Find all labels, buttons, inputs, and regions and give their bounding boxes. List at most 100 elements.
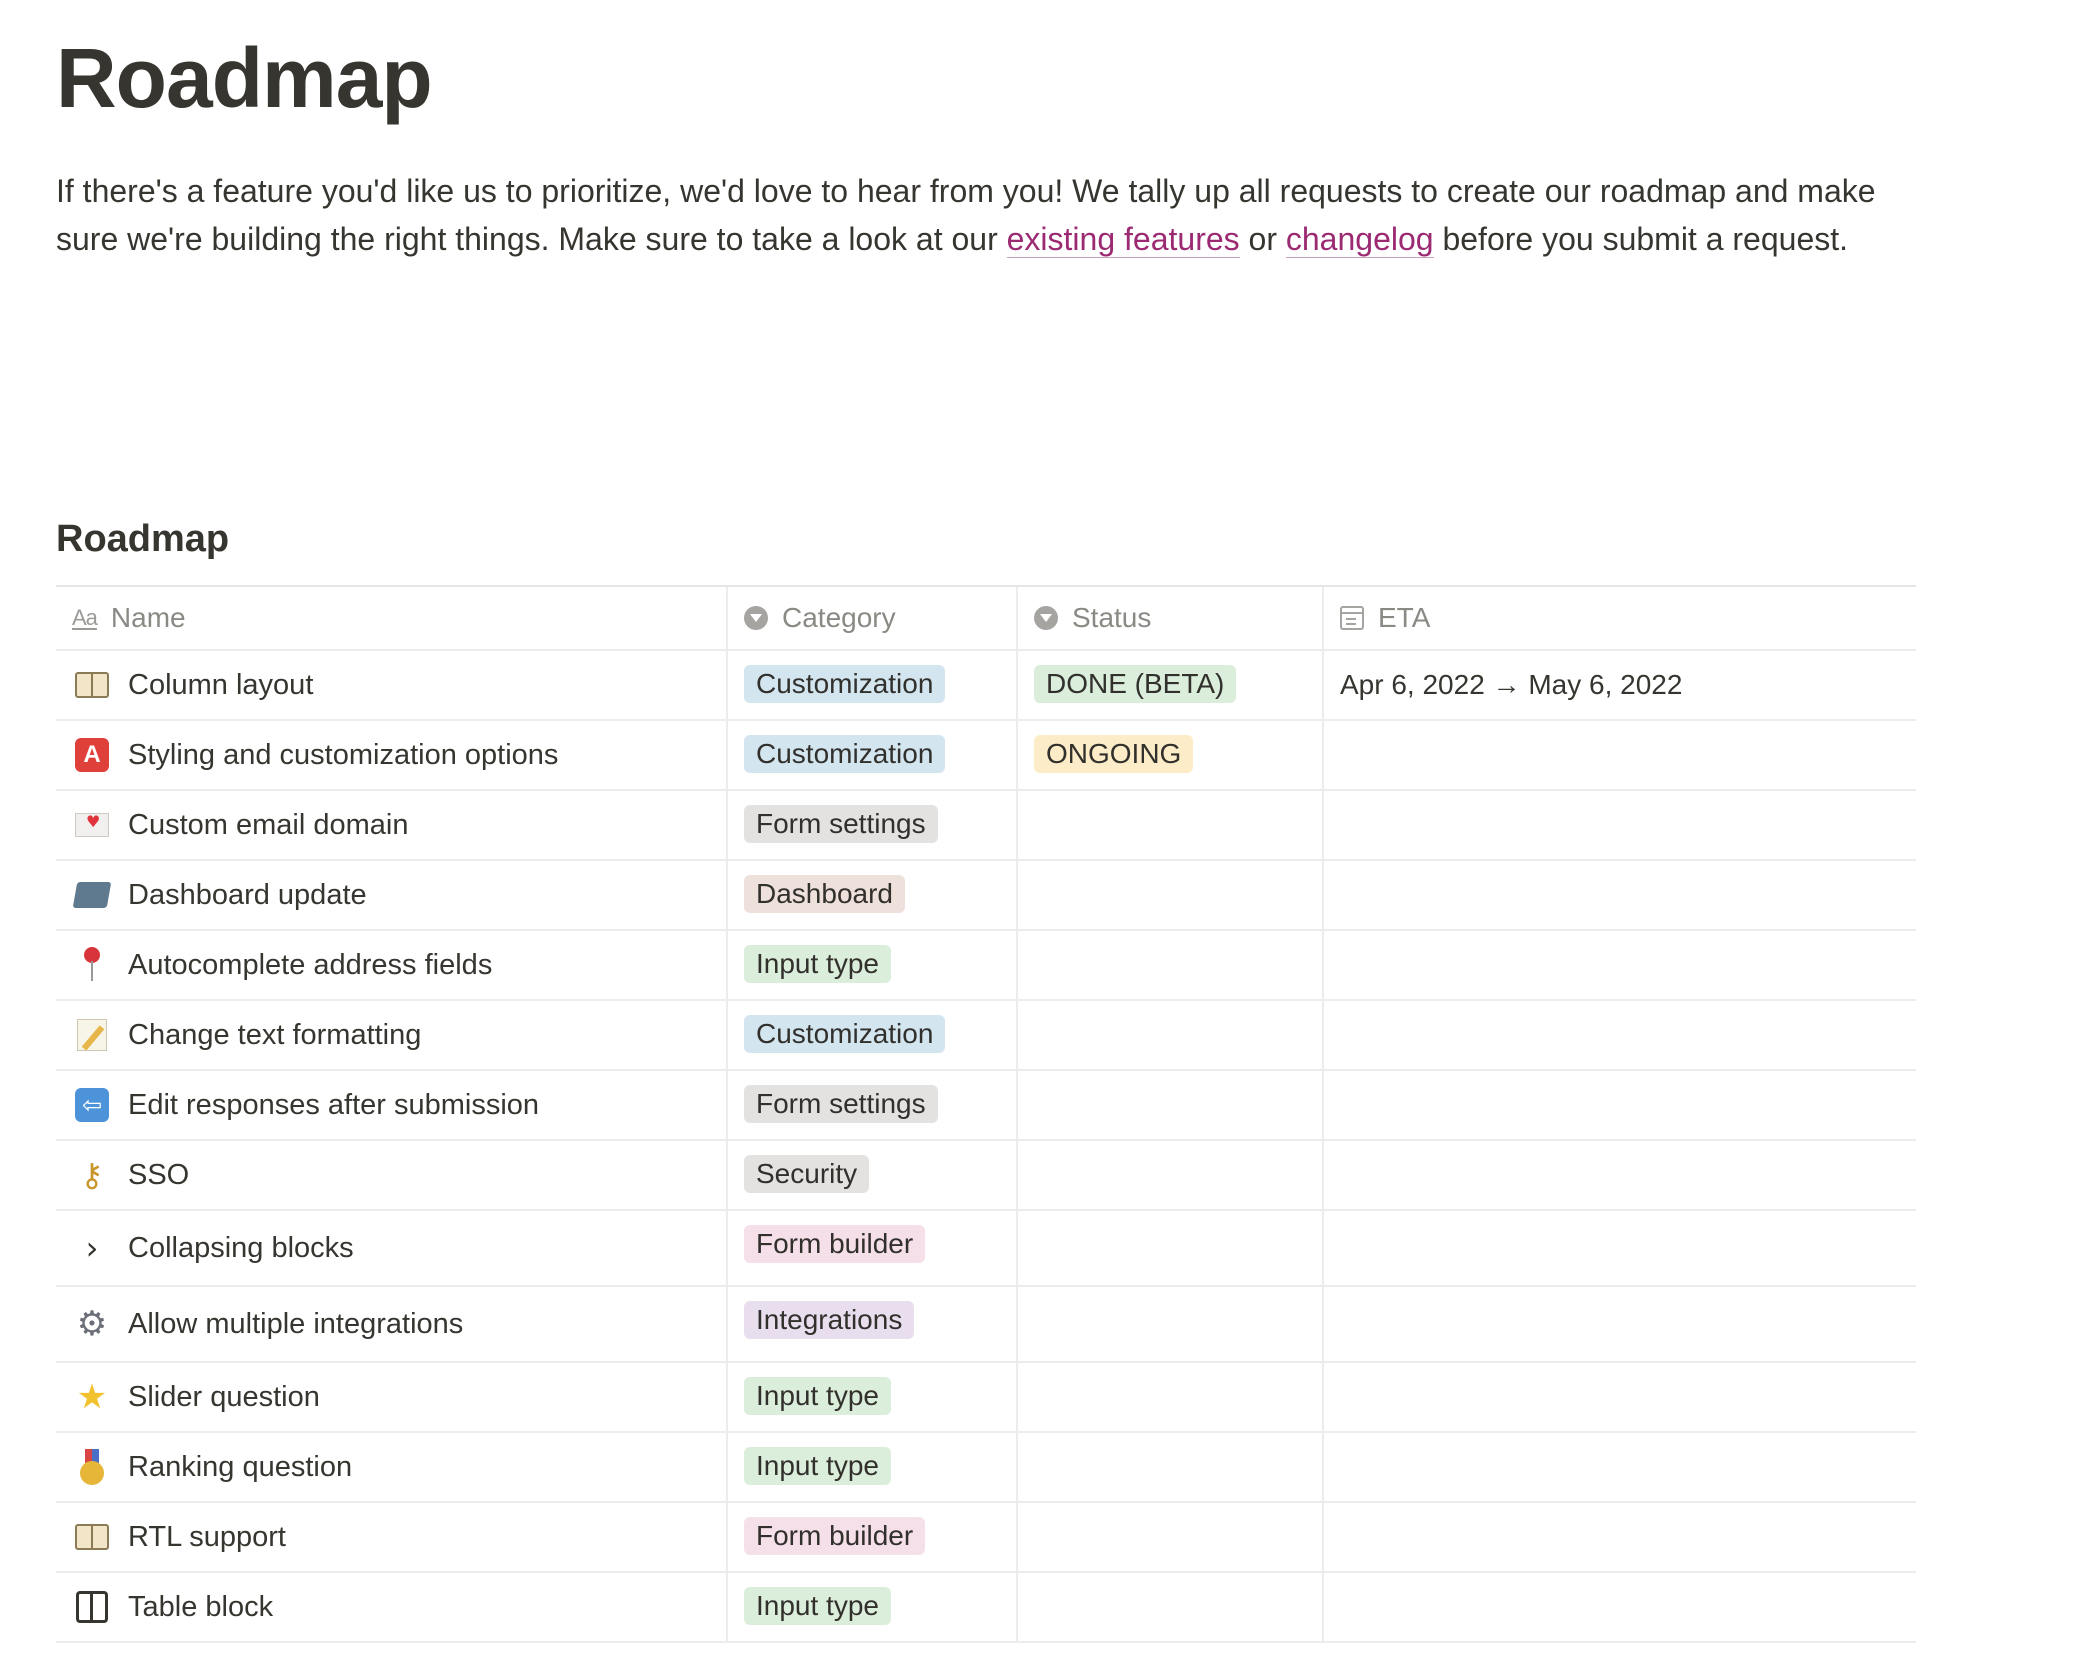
- category-tag[interactable]: Form settings: [744, 805, 938, 843]
- column-header-status[interactable]: Status: [1018, 587, 1324, 649]
- existing-features-link[interactable]: existing features: [1006, 220, 1240, 258]
- cell-eta[interactable]: [1324, 791, 1916, 859]
- chevron-right-icon: ›: [85, 1229, 99, 1267]
- cell-eta[interactable]: [1324, 1363, 1916, 1431]
- cell-category[interactable]: Customization: [728, 1001, 1018, 1069]
- cell-eta[interactable]: [1324, 1503, 1916, 1571]
- cell-category[interactable]: Form settings: [728, 1071, 1018, 1139]
- cell-status[interactable]: [1018, 1071, 1324, 1139]
- cell-category[interactable]: Security: [728, 1141, 1018, 1209]
- table-row[interactable]: RTL support Form builder: [56, 1503, 1916, 1573]
- cell-name[interactable]: Dashboard update: [56, 861, 728, 929]
- category-tag[interactable]: Form builder: [744, 1517, 926, 1555]
- row-title: Collapsing blocks: [128, 1231, 354, 1264]
- cell-category[interactable]: Input type: [728, 1433, 1018, 1501]
- cell-category[interactable]: Form settings: [728, 791, 1018, 859]
- cell-name[interactable]: A Styling and customization options: [56, 721, 728, 789]
- status-tag[interactable]: DONE (BETA): [1034, 665, 1237, 703]
- cell-status[interactable]: DONE (BETA): [1018, 651, 1324, 719]
- table-row[interactable]: Custom email domain Form settings: [56, 791, 1916, 861]
- cell-category[interactable]: Input type: [728, 931, 1018, 999]
- category-tag[interactable]: Integrations: [744, 1301, 915, 1339]
- cell-name[interactable]: RTL support: [56, 1503, 728, 1571]
- cell-status[interactable]: [1018, 1001, 1324, 1069]
- category-tag[interactable]: Customization: [744, 665, 946, 703]
- category-tag[interactable]: Customization: [744, 735, 946, 773]
- cell-name[interactable]: ⚷ SSO: [56, 1141, 728, 1209]
- cell-status[interactable]: [1018, 791, 1324, 859]
- table-row[interactable]: ⚷ SSO Security: [56, 1141, 1916, 1211]
- category-tag[interactable]: Dashboard: [744, 875, 905, 913]
- category-tag[interactable]: Input type: [744, 1447, 891, 1485]
- row-title: Dashboard update: [128, 878, 367, 911]
- status-tag[interactable]: ONGOING: [1034, 735, 1194, 773]
- cell-eta[interactable]: [1324, 1287, 1916, 1361]
- cell-status[interactable]: [1018, 931, 1324, 999]
- cell-eta[interactable]: Apr 6, 2022 → May 6, 2022: [1324, 651, 1916, 719]
- category-tag[interactable]: Input type: [744, 1587, 891, 1625]
- table-row[interactable]: Autocomplete address fields Input type: [56, 931, 1916, 1001]
- cell-eta[interactable]: [1324, 931, 1916, 999]
- cell-status[interactable]: [1018, 861, 1324, 929]
- cell-eta[interactable]: [1324, 1141, 1916, 1209]
- cell-category[interactable]: Customization: [728, 651, 1018, 719]
- table-row[interactable]: ★ Slider question Input type: [56, 1363, 1916, 1433]
- table-row[interactable]: Column layout Customization DONE (BETA) …: [56, 651, 1916, 721]
- category-tag[interactable]: Input type: [744, 1377, 891, 1415]
- cell-category[interactable]: Customization: [728, 721, 1018, 789]
- cell-name[interactable]: Table block: [56, 1573, 728, 1641]
- column-header-category[interactable]: Category: [728, 587, 1018, 649]
- cell-eta[interactable]: [1324, 1211, 1916, 1285]
- cell-status[interactable]: [1018, 1211, 1324, 1285]
- cell-name[interactable]: Change text formatting: [56, 1001, 728, 1069]
- cell-eta[interactable]: [1324, 1071, 1916, 1139]
- folder-icon: [72, 875, 112, 915]
- cell-name[interactable]: Ranking question: [56, 1433, 728, 1501]
- column-header-label: Category: [782, 602, 896, 633]
- table-row[interactable]: Table block Input type: [56, 1573, 1916, 1643]
- cell-status[interactable]: [1018, 1573, 1324, 1641]
- category-tag[interactable]: Security: [744, 1155, 870, 1193]
- cell-name[interactable]: ⇦ Edit responses after submission: [56, 1071, 728, 1139]
- changelog-link[interactable]: changelog: [1285, 220, 1434, 258]
- cell-name[interactable]: ⚙ Allow multiple integrations: [56, 1287, 728, 1361]
- cell-category[interactable]: Integrations: [728, 1287, 1018, 1361]
- cell-status[interactable]: [1018, 1503, 1324, 1571]
- cell-eta[interactable]: [1324, 1001, 1916, 1069]
- cell-status[interactable]: [1018, 1363, 1324, 1431]
- table-row[interactable]: Dashboard update Dashboard: [56, 861, 1916, 931]
- cell-eta[interactable]: [1324, 1433, 1916, 1501]
- category-tag[interactable]: Form builder: [744, 1225, 926, 1263]
- cell-category[interactable]: Input type: [728, 1573, 1018, 1641]
- category-tag[interactable]: Form settings: [744, 1085, 938, 1123]
- table-row[interactable]: ⚙ Allow multiple integrations Integratio…: [56, 1287, 1916, 1363]
- table-row[interactable]: ⇦ Edit responses after submission Form s…: [56, 1071, 1916, 1141]
- cell-category[interactable]: Dashboard: [728, 861, 1018, 929]
- table-row[interactable]: Ranking question Input type: [56, 1433, 1916, 1503]
- table-row[interactable]: A Styling and customization options Cust…: [56, 721, 1916, 791]
- cell-name[interactable]: Column layout: [56, 651, 728, 719]
- cell-category[interactable]: Form builder: [728, 1211, 1018, 1285]
- category-tag[interactable]: Input type: [744, 945, 891, 983]
- table-row[interactable]: › Collapsing blocks Form builder: [56, 1211, 1916, 1287]
- cell-status[interactable]: [1018, 1433, 1324, 1501]
- cell-name[interactable]: Autocomplete address fields: [56, 931, 728, 999]
- cell-status[interactable]: [1018, 1287, 1324, 1361]
- back-arrow-icon: ⇦: [72, 1085, 112, 1125]
- cell-name[interactable]: Custom email domain: [56, 791, 728, 859]
- column-header-name[interactable]: Aa Name: [56, 587, 728, 649]
- cell-name[interactable]: › Collapsing blocks: [56, 1211, 728, 1285]
- cell-category[interactable]: Form builder: [728, 1503, 1018, 1571]
- cell-eta[interactable]: [1324, 1573, 1916, 1641]
- cell-status[interactable]: ONGOING: [1018, 721, 1324, 789]
- cell-name[interactable]: ★ Slider question: [56, 1363, 728, 1431]
- table-row[interactable]: Change text formatting Customization: [56, 1001, 1916, 1071]
- cell-status[interactable]: [1018, 1141, 1324, 1209]
- column-header-eta[interactable]: ETA: [1324, 587, 1916, 649]
- database-title[interactable]: Roadmap: [56, 518, 229, 561]
- cell-category[interactable]: Input type: [728, 1363, 1018, 1431]
- medal-icon: [72, 1447, 112, 1487]
- cell-eta[interactable]: [1324, 861, 1916, 929]
- category-tag[interactable]: Customization: [744, 1015, 946, 1053]
- cell-eta[interactable]: [1324, 721, 1916, 789]
